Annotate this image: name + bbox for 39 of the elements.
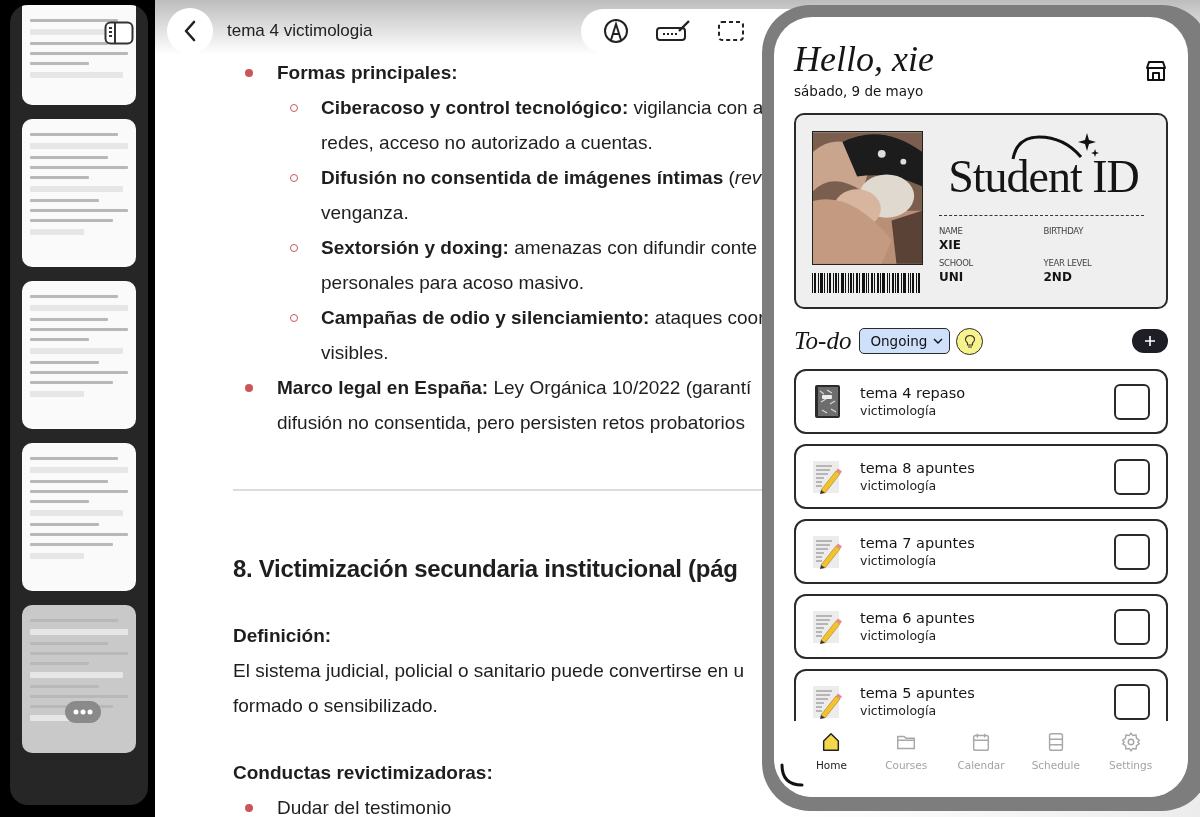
field-value: UNI <box>939 270 965 286</box>
task-card[interactable]: tema 4 repaso victimología <box>794 369 1168 434</box>
task-title: tema 4 repaso <box>860 385 967 401</box>
task-title: tema 8 apuntes <box>860 460 976 476</box>
date-text: sábado, 9 de mayo <box>794 83 925 99</box>
list-item-text: Dudar del testimonio <box>277 796 453 817</box>
task-title: tema 5 apuntes <box>860 685 976 701</box>
field-label: NAME <box>939 226 964 236</box>
list-item-text: Sextorsión y doxing: amenazas con difundir conte personales para acoso masivo. <box>321 236 759 296</box>
field-label: BIRTHDAY <box>1043 226 1085 236</box>
task-title: tema 6 apuntes <box>860 610 976 626</box>
task-card[interactable]: tema 7 apuntes victimología <box>794 519 1168 584</box>
task-subject: victimología <box>860 478 938 493</box>
task-title: tema 7 apuntes <box>860 535 976 551</box>
task-subject: victimología <box>860 703 938 718</box>
list-item-text: Formas principales: <box>277 61 459 86</box>
task-subject: victimología <box>860 628 938 643</box>
task-subject: victimología <box>860 403 938 418</box>
field-value: XIE <box>939 238 962 254</box>
task-subject: victimología <box>860 553 938 568</box>
list-item-text: Difusión no consentida de imágenes íntimas (rev venganza. <box>321 166 763 226</box>
card-title: Student ID <box>947 155 1140 199</box>
field-value: 2ND <box>1043 270 1073 286</box>
nav-tab[interactable]: Home <box>794 731 869 771</box>
greeting: Hello, xie <box>794 39 934 79</box>
subheading: Conductas revictimizadoras: <box>233 761 494 786</box>
field-label: YEAR LEVEL <box>1043 258 1093 268</box>
paragraph: El sistema judicial, policial o sanitario puede convertirse en u formado o sensibilizado. <box>233 659 746 719</box>
todo-title: To-do <box>794 327 852 355</box>
task-card[interactable]: tema 8 apuntes victimología <box>794 444 1168 509</box>
subheading: Definición: <box>233 624 333 649</box>
list-item-text: Marco legal en España: Ley Orgánica 10/2022 (garantí difusión no consentida, pero persisten retos probatorios <box>277 376 753 436</box>
list-item-text: Ciberacoso y control tecnológico: vigilancia con a redes, acceso no autorizado a cuentas. <box>321 96 765 156</box>
section-heading: 8. Victimización secundaria institucional (pág <box>233 554 739 585</box>
task-card[interactable]: tema 6 apuntes victimología <box>794 594 1168 659</box>
list-item-text: Campañas de odio y silenciamiento: ataques coor visibles. <box>321 306 766 366</box>
filter-dropdown[interactable]: Ongoing <box>859 328 951 354</box>
document-title: tema 4 victimologia <box>227 20 374 41</box>
field-label: SCHOOL <box>939 258 975 268</box>
